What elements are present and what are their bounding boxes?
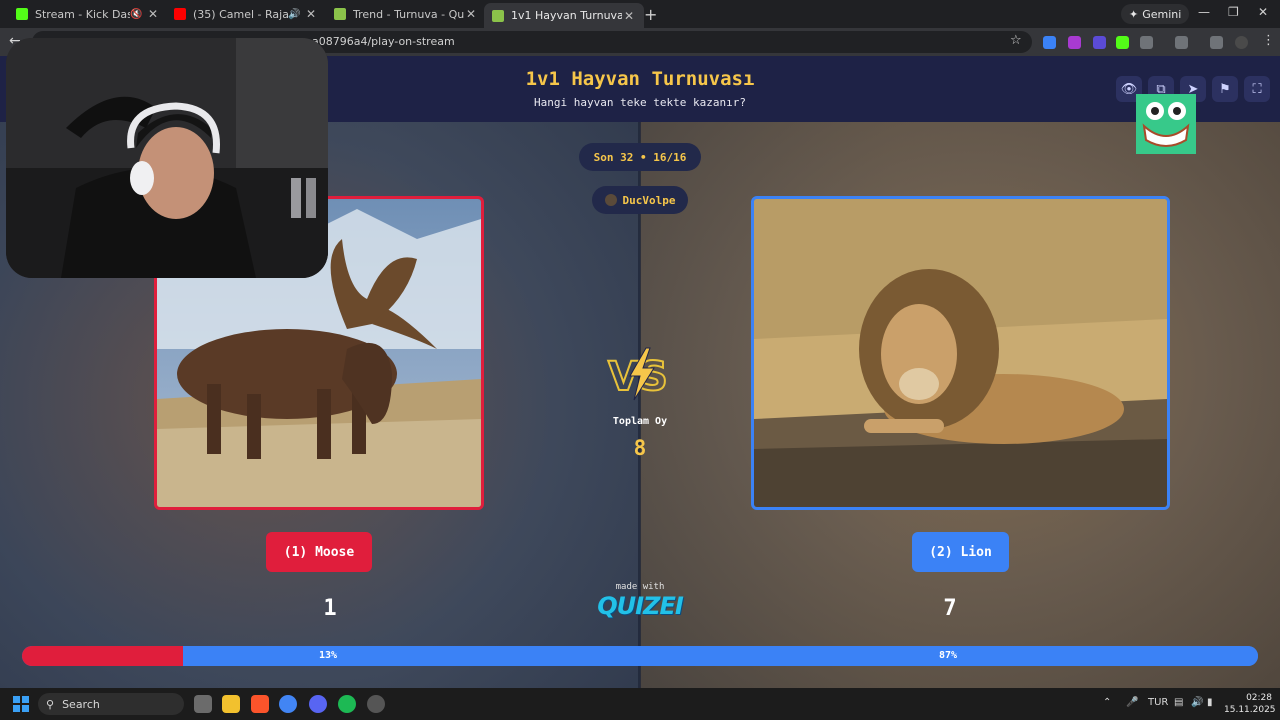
bookmark-star-icon[interactable]: ☆	[1010, 33, 1022, 48]
clock-time: 02:28	[1246, 693, 1272, 703]
system-clock[interactable]: 02:28 15.11.2025	[1224, 692, 1276, 716]
vs-emblem: VS	[607, 347, 669, 401]
host-name: DucVolpe	[622, 193, 676, 207]
left-percentage-label: 13%	[319, 650, 338, 661]
quizei-logo[interactable]: QUIZEI	[590, 592, 690, 620]
tab-title: 1v1 Hayvan Turnuvası - Tier List	[511, 9, 622, 22]
vote-lion-button[interactable]: (2) Lion	[912, 532, 1009, 572]
taskbar-search[interactable]: ⚲ Search	[38, 693, 184, 715]
youtube-icon	[174, 8, 186, 20]
gemini-button[interactable]: ✦ Gemini	[1121, 4, 1190, 24]
close-window-icon[interactable]: ✕	[1258, 5, 1268, 19]
right-percentage-label: 87%	[939, 650, 958, 661]
tab-title: Trend - Turnuva - Quizei	[353, 7, 464, 21]
browser-tab-bar: Stream - Kick Dashboard 🔇 ✕ (35) Camel -…	[0, 0, 1280, 28]
search-icon: ⚲	[46, 697, 55, 711]
quizei-favicon	[334, 8, 346, 20]
tab-quizei-trend[interactable]: Trend - Turnuva - Quizei ✕	[326, 3, 486, 25]
search-placeholder: Search	[62, 697, 100, 711]
extension-icon[interactable]	[1068, 36, 1081, 49]
extension-icon[interactable]	[1043, 36, 1056, 49]
round-badge: Son 32 • 16/16	[579, 143, 701, 171]
round-text: Son 32 • 16/16	[593, 150, 687, 164]
made-with-label: made with	[615, 582, 665, 592]
streamer-webcam-overlay	[6, 38, 328, 278]
tab-title: (35) Camel - Rajaz - YouTube	[193, 7, 288, 21]
quizei-favicon	[492, 9, 504, 22]
more-menu-icon[interactable]: ⋮	[1262, 33, 1275, 48]
kick-icon	[16, 8, 28, 20]
right-vote-count: 7	[943, 596, 957, 621]
new-tab-button[interactable]: +	[644, 5, 657, 24]
tray-overflow-icon[interactable]: ⌃	[1103, 697, 1111, 708]
reading-list-icon[interactable]	[1210, 36, 1223, 49]
brave-icon[interactable]	[251, 695, 269, 713]
close-tab-icon[interactable]: ✕	[622, 9, 636, 23]
extension-icon[interactable]	[1093, 36, 1106, 49]
windows-taskbar: ⚲ Search ⌃ 🎤 TUR ▤ 🔊 ▮ 02:28 15.11.2025	[0, 688, 1280, 720]
gemini-label: Gemini	[1142, 7, 1182, 21]
cast-icon[interactable]	[1175, 36, 1188, 49]
emote-sticker	[1136, 94, 1196, 154]
vote-moose-button[interactable]: (1) Moose	[266, 532, 372, 572]
obs-icon[interactable]	[367, 695, 385, 713]
avatar	[604, 194, 617, 206]
microphone-icon[interactable]: 🎤	[1126, 697, 1138, 708]
network-icon[interactable]: ▤	[1174, 697, 1183, 708]
flag-icon[interactable]: ⚑	[1212, 76, 1238, 102]
muted-speaker-icon[interactable]: 🔇	[130, 9, 146, 20]
discord-icon[interactable]	[309, 695, 327, 713]
lion-image	[754, 199, 1167, 507]
total-votes-label: Toplam Oy	[612, 416, 668, 427]
host-badge: DucVolpe	[592, 186, 688, 214]
battery-icon[interactable]: ▮	[1207, 697, 1213, 708]
tab-youtube[interactable]: (35) Camel - Rajaz - YouTube 🔊 ✕	[166, 3, 326, 25]
spotify-icon[interactable]	[338, 695, 356, 713]
clock-date: 15.11.2025	[1224, 705, 1276, 715]
puzzle-extensions-icon[interactable]	[1140, 36, 1153, 49]
tab-title: Stream - Kick Dashboard	[35, 7, 130, 21]
total-votes-value: 8	[633, 436, 647, 460]
language-indicator[interactable]: TUR	[1148, 697, 1168, 708]
restore-icon[interactable]: ❐	[1228, 5, 1239, 19]
close-tab-icon[interactable]: ✕	[146, 7, 160, 21]
kick-extension-icon[interactable]	[1116, 36, 1129, 49]
webcam-feed	[6, 38, 328, 278]
sparkle-icon: ✦	[1129, 7, 1139, 21]
tab-hayvan-turnuvasi[interactable]: 1v1 Hayvan Turnuvası - Tier List ✕	[484, 3, 644, 28]
chrome-icon[interactable]	[279, 695, 297, 713]
right-option-card[interactable]	[751, 196, 1170, 510]
tab-kick-dashboard[interactable]: Stream - Kick Dashboard 🔇 ✕	[8, 3, 168, 25]
windows-start-icon[interactable]	[13, 696, 29, 712]
close-tab-icon[interactable]: ✕	[464, 7, 478, 21]
close-tab-icon[interactable]: ✕	[304, 7, 318, 21]
left-vote-count: 1	[323, 596, 337, 621]
speaker-icon[interactable]: 🔊	[288, 9, 304, 20]
task-view-icon[interactable]	[194, 695, 212, 713]
volume-icon[interactable]: 🔊	[1191, 697, 1203, 708]
fullscreen-icon[interactable]: ⛶	[1244, 76, 1270, 102]
file-explorer-icon[interactable]	[222, 695, 240, 713]
bar-labels: 13% 87%	[22, 646, 1258, 666]
profile-avatar[interactable]	[1235, 36, 1248, 49]
minimize-icon[interactable]: —	[1198, 5, 1210, 19]
